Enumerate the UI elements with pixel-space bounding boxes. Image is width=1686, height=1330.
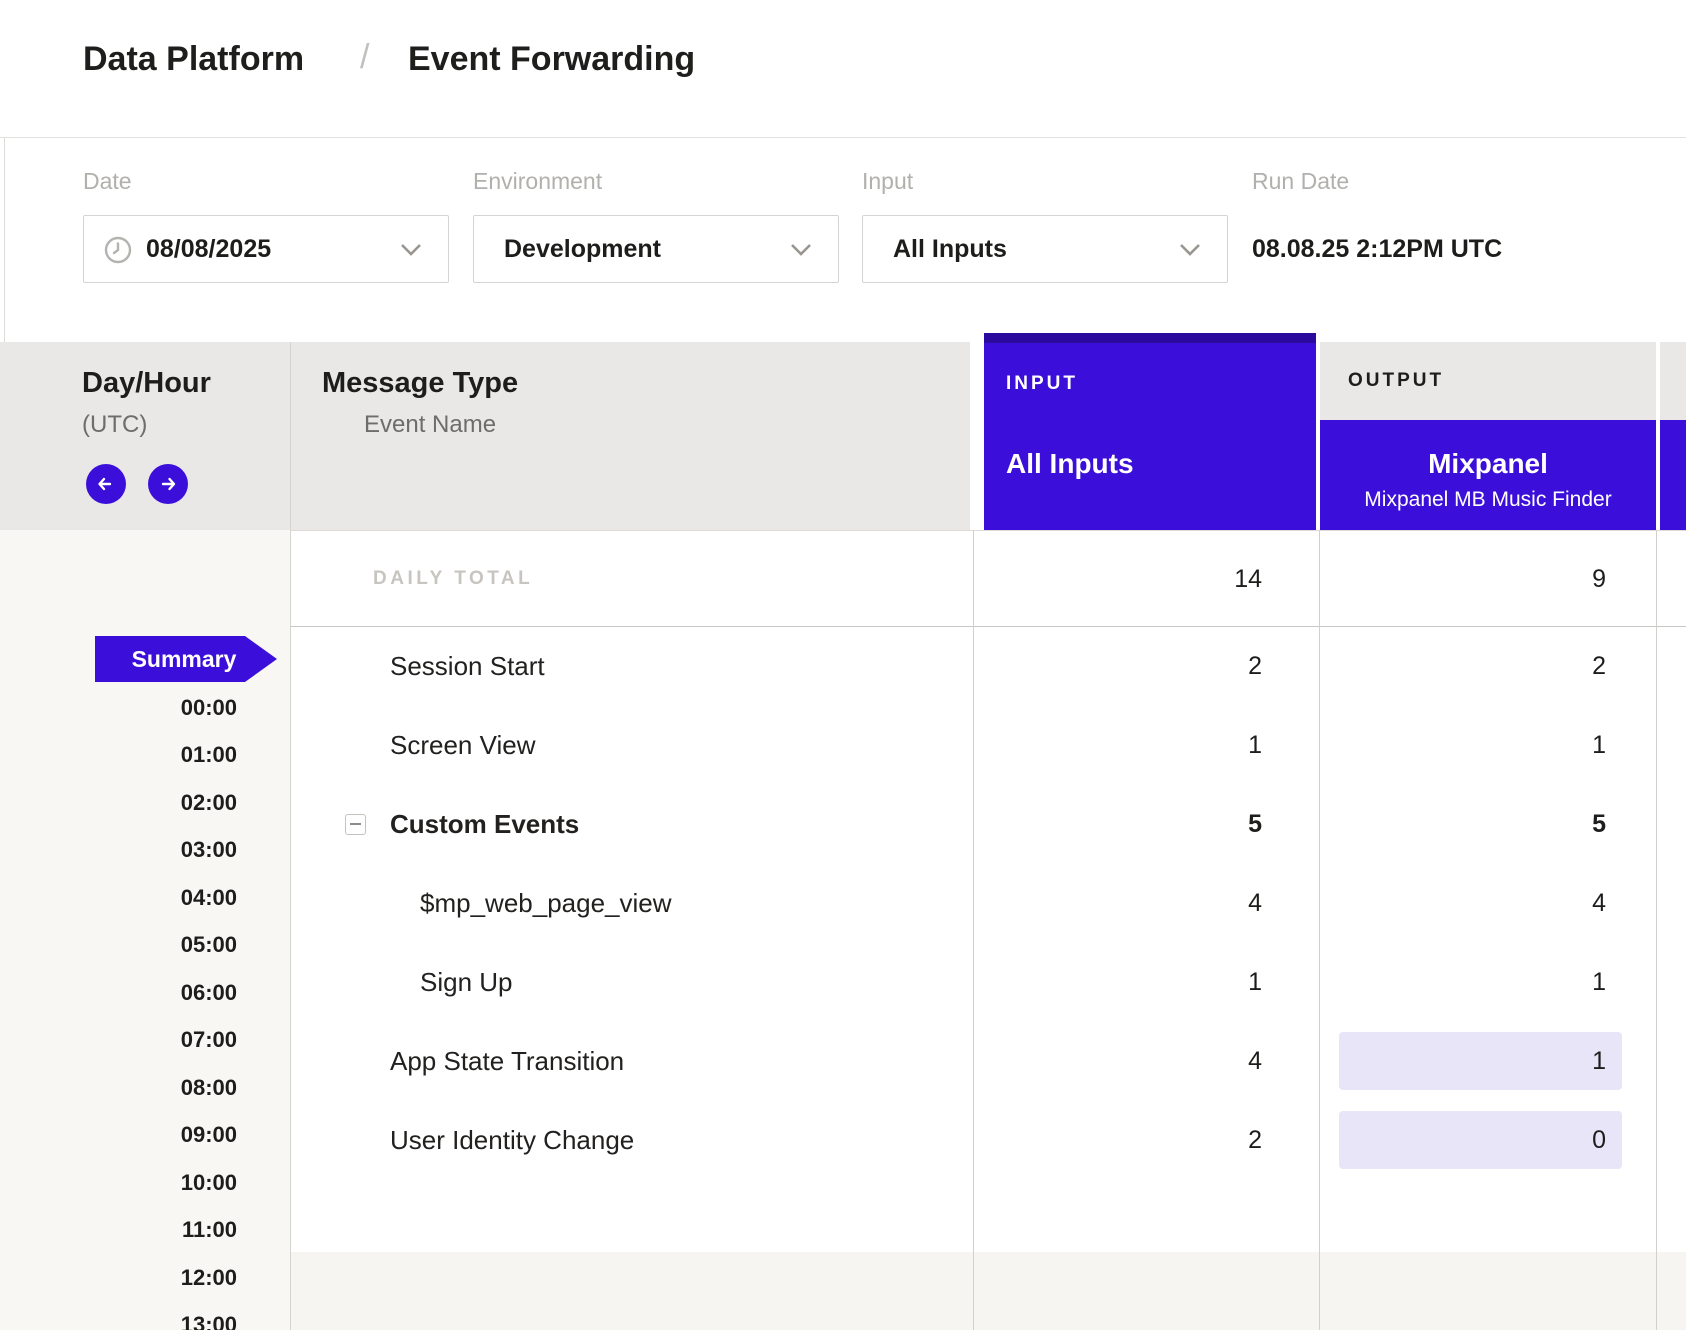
hour-row-label[interactable]: 03:00 [0,836,237,864]
event-name: Session Start [390,627,545,706]
summary-row-marker[interactable]: Summary [95,636,277,682]
day-hour-column-title: Day/Hour [82,367,211,400]
input-count: 5 [1248,785,1262,864]
output-count: 4 [1592,864,1606,943]
highlighted-output-cell[interactable] [1339,1111,1622,1169]
table-row: App State Transition 4 1 [290,1022,1686,1101]
input-count: 1 [1248,943,1262,1022]
message-type-column-subtitle: Event Name [364,411,496,439]
environment-dropdown[interactable]: Development [473,215,839,283]
table-row: User Identity Change 2 0 [290,1101,1686,1180]
chevron-down-icon [790,243,812,261]
output-column-header[interactable]: Mixpanel Mixpanel MB Music Finder [1320,420,1656,530]
output-column-subtitle: Mixpanel MB Music Finder [1320,488,1656,512]
daily-total-label: DAILY TOTAL [373,531,533,627]
event-name: User Identity Change [390,1101,634,1180]
event-name: Custom Events [390,785,579,864]
input-count: 1 [1248,706,1262,785]
output-column-kicker: OUTPUT [1348,370,1444,392]
hour-row-label[interactable]: 11:00 [0,1216,237,1244]
output-column-name: Mixpanel [1320,448,1656,480]
column-divider [1656,530,1657,1330]
event-name: Sign Up [420,943,513,1022]
message-type-column-title: Message Type [322,367,518,400]
run-date-value: 08.08.25 2:12PM UTC [1252,235,1502,264]
table-row: Custom Events 5 5 [290,785,1686,864]
date-value: 08/08/2025 [146,216,271,282]
day-hour-column-subtitle: (UTC) [82,411,147,439]
output-count: 1 [1592,706,1606,785]
next-output-column-partial[interactable] [1660,420,1686,530]
hour-row-label[interactable]: 02:00 [0,789,237,817]
breadcrumb-section[interactable]: Data Platform [83,40,304,79]
date-dropdown[interactable]: 08/08/2025 [83,215,449,283]
output-count: 5 [1592,785,1606,864]
chevron-down-icon [1179,243,1201,261]
hour-row-label[interactable]: 07:00 [0,1026,237,1054]
output-count: 1 [1592,1022,1606,1101]
hour-row-label[interactable]: 09:00 [0,1121,237,1149]
chevron-down-icon [400,243,422,261]
next-day-button[interactable] [148,464,188,504]
highlighted-output-cell[interactable] [1339,1032,1622,1090]
input-column-name: All Inputs [1006,448,1134,480]
table-row: Screen View 1 1 [290,706,1686,785]
input-value: All Inputs [893,216,1007,282]
table-row: $mp_web_page_view 4 4 [290,864,1686,943]
input-count: 2 [1248,627,1262,706]
output-count: 2 [1592,627,1606,706]
run-date-label: Run Date [1252,168,1349,195]
event-forwarding-page: Data Platform / Event Forwarding Date 08… [0,0,1686,1330]
hour-row-label[interactable]: 08:00 [0,1074,237,1102]
input-count: 4 [1248,864,1262,943]
column-gap [970,342,984,530]
summary-label: Summary [125,636,243,682]
hour-row-label[interactable]: 13:00 [0,1311,237,1330]
output-count: 1 [1592,943,1606,1022]
date-filter-label: Date [83,168,132,195]
previous-day-button[interactable] [86,464,126,504]
daily-total-input-value: 14 [1234,531,1262,627]
table-row: Session Start 2 2 [290,627,1686,706]
collapse-icon[interactable] [345,814,366,835]
input-column-selected-strip [984,333,1316,343]
clock-icon [104,236,132,269]
environment-value: Development [504,216,661,282]
breadcrumb-separator: / [360,38,369,77]
input-count: 2 [1248,1101,1262,1180]
column-divider [973,530,974,1330]
hour-row-label[interactable]: 05:00 [0,931,237,959]
hour-row-label[interactable]: 00:00 [0,694,237,722]
event-name: Screen View [390,706,536,785]
column-divider [1319,530,1320,1330]
table-footer-area [290,1252,1686,1330]
event-name: $mp_web_page_view [420,864,672,943]
input-filter-label: Input [862,168,913,195]
input-count: 4 [1248,1022,1262,1101]
table-row: Sign Up 1 1 [290,943,1686,1022]
hour-row-label[interactable]: 12:00 [0,1264,237,1292]
daily-total-row: DAILY TOTAL 14 9 [290,530,1686,627]
input-column-header[interactable]: INPUT All Inputs [984,343,1316,530]
input-dropdown[interactable]: All Inputs [862,215,1228,283]
hour-row-label[interactable]: 01:00 [0,741,237,769]
page-title: Event Forwarding [408,40,695,79]
output-count: 0 [1592,1101,1606,1180]
event-name: App State Transition [390,1022,624,1101]
rail-column-divider [290,342,291,1330]
hour-row-label[interactable]: 10:00 [0,1169,237,1197]
daily-total-output-value: 9 [1592,531,1606,627]
hour-row-label[interactable]: 06:00 [0,979,237,1007]
input-column-kicker: INPUT [1006,373,1078,395]
breadcrumb: Data Platform / Event Forwarding [0,0,1686,138]
hour-row-label[interactable]: 04:00 [0,884,237,912]
environment-filter-label: Environment [473,168,602,195]
